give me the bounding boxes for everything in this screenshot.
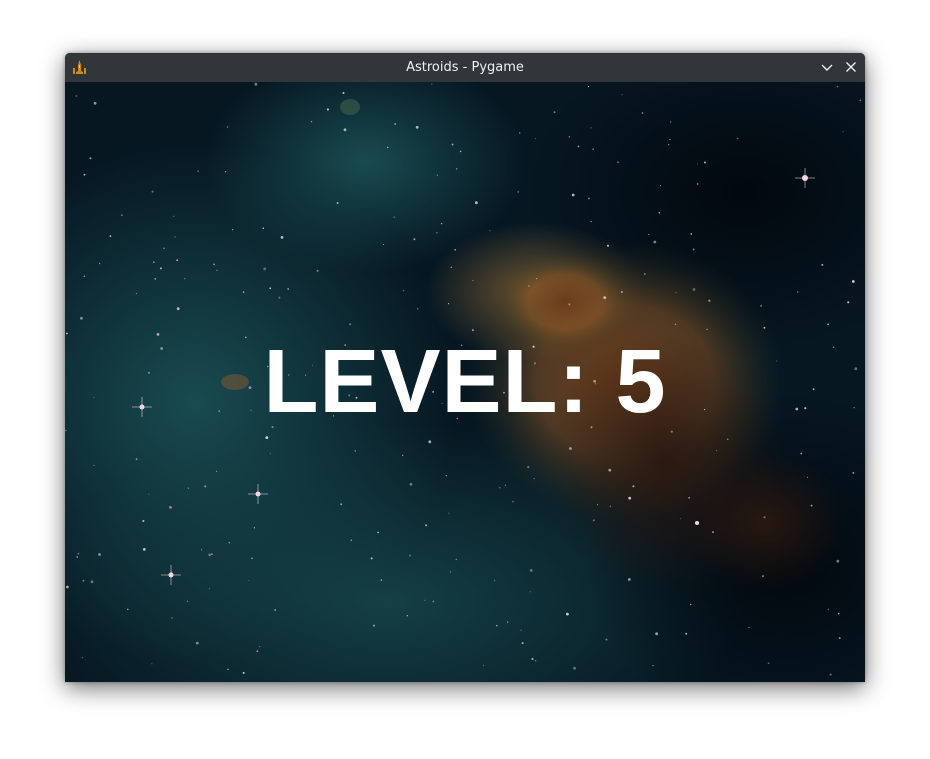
game-canvas[interactable]: LEVEL: 5 — [65, 82, 865, 682]
chevron-down-icon[interactable] — [819, 59, 835, 75]
game-window: Astroids - Pygame LEVEL: 5 — [65, 53, 865, 682]
title-bar[interactable]: Astroids - Pygame — [65, 53, 865, 82]
level-indicator: LEVEL: 5 — [263, 332, 667, 432]
close-icon[interactable] — [843, 59, 859, 75]
window-title: Astroids - Pygame — [406, 60, 524, 75]
